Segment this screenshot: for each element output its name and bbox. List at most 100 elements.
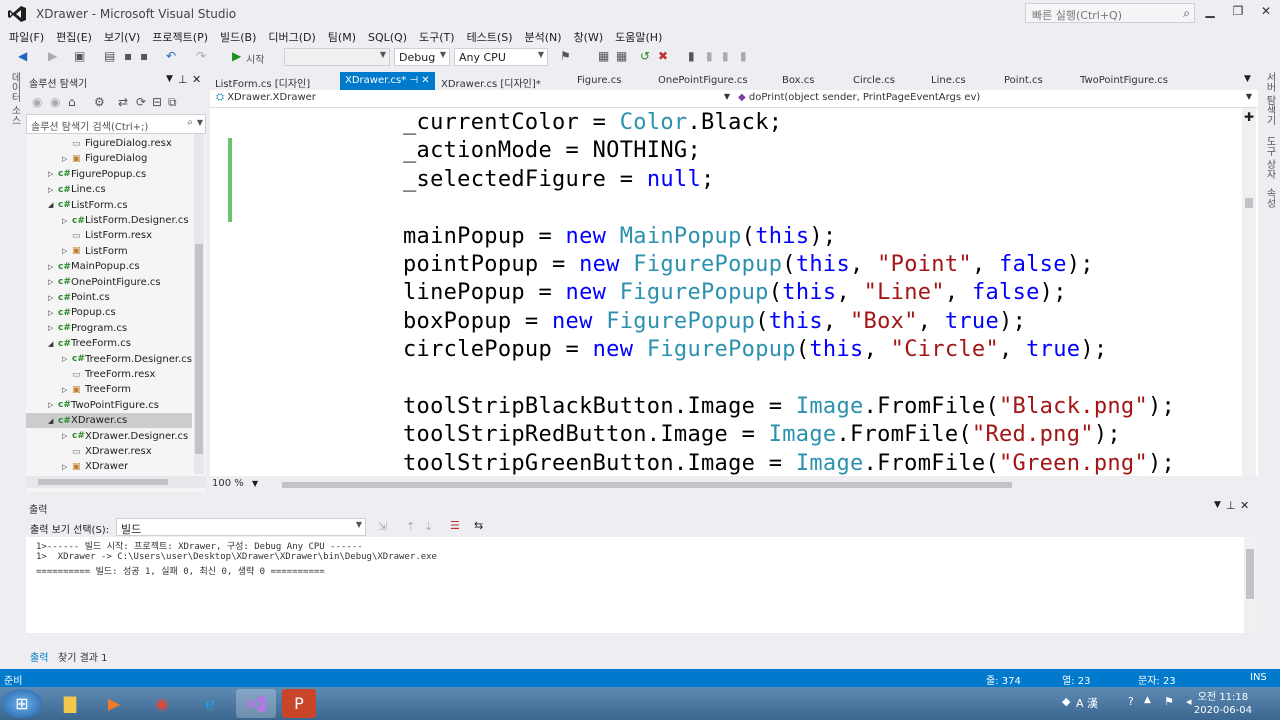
tab-overflow-icon[interactable]: ▼ [1244, 74, 1251, 84]
member-navigation-combo[interactable]: ◆ doPrint(object sender, PrintPageEventA… [734, 92, 1254, 106]
uncomment-icon[interactable]: ▦ [616, 49, 627, 63]
prev-message-icon[interactable]: ⇡ [406, 520, 415, 533]
clear-bookmarks-icon[interactable]: ▮ [740, 49, 747, 63]
expanded-triangle-icon[interactable]: ◢ [48, 417, 58, 425]
menu-item[interactable]: SQL(Q) [368, 31, 407, 44]
tree-item[interactable]: ▷ c# Program.cs [48, 321, 127, 336]
collapsed-triangle-icon[interactable]: ▷ [62, 247, 72, 255]
powerpoint-icon[interactable]: P [282, 689, 316, 718]
forward-icon[interactable]: ◉ [50, 95, 60, 109]
menu-item[interactable]: 파일(F) [9, 29, 44, 45]
taskbar-clock[interactable]: 오전 11:18 2020-06-04 [1194, 691, 1252, 717]
data-sources-tab[interactable]: 데이터 소스 [7, 72, 22, 125]
start-button[interactable]: 시작 [246, 51, 264, 66]
forward-icon[interactable]: ▶ [48, 49, 57, 63]
document-tab[interactable]: Box.cs [777, 72, 819, 90]
solution-explorer-search[interactable]: 솔루션 탐색기 검색(Ctrl+;) ⌕ ▼ [26, 114, 206, 134]
tree-item[interactable]: ▭ TreeForm.resx [62, 367, 155, 382]
collapsed-triangle-icon[interactable]: ▷ [62, 217, 72, 225]
menu-item[interactable]: 도구(T) [419, 29, 455, 45]
tree-item[interactable]: ▷ c# Point.cs [48, 290, 110, 305]
dropdown-icon[interactable]: ▼ [166, 74, 173, 84]
save-all-icon[interactable]: ▪ [140, 49, 148, 63]
sync-icon[interactable]: ⇄ [118, 95, 128, 109]
menu-item[interactable]: 보기(V) [104, 29, 140, 45]
tree-item[interactable]: ▷ c# FigurePopup.cs [48, 167, 146, 182]
scrollbar-thumb[interactable] [195, 244, 203, 454]
document-tab[interactable]: OnePointFigure.cs [653, 72, 753, 90]
expanded-triangle-icon[interactable]: ◢ [48, 201, 58, 209]
start-icon[interactable]: ▶ [232, 49, 241, 63]
editor-horizontal-scrollbar[interactable] [282, 482, 1012, 488]
editor-vertical-scrollbar[interactable]: ✚ [1242, 108, 1256, 476]
new-project-icon[interactable]: ▣ [74, 49, 85, 63]
find-message-icon[interactable]: ⇲ [378, 520, 387, 533]
collapsed-triangle-icon[interactable]: ▷ [62, 432, 72, 440]
collapsed-triangle-icon[interactable]: ▷ [48, 263, 58, 271]
menu-item[interactable]: 도움말(H) [615, 29, 662, 45]
tree-item[interactable]: ▷ c# TreeForm.Designer.cs [62, 352, 192, 367]
tree-item[interactable]: ▷ c# Line.cs [48, 182, 106, 197]
home-icon[interactable]: ⌂ [68, 95, 76, 109]
chrome-icon[interactable]: ◉ [142, 689, 182, 718]
next-bookmark-icon[interactable]: ▮ [722, 49, 729, 63]
language-bar-icon[interactable]: ◆ [1062, 695, 1070, 708]
tree-item[interactable]: ▭ FigureDialog.resx [62, 136, 172, 151]
pin-icon[interactable]: ⊥ [178, 73, 188, 86]
document-tab[interactable]: XDrawer.cs* ⊣ ✕ [340, 72, 435, 90]
menu-item[interactable]: 프로젝트(P) [152, 29, 208, 45]
visual-studio-taskbar-icon[interactable] [236, 689, 276, 718]
output-tab[interactable]: 출력 [30, 649, 48, 664]
volume-icon[interactable]: ◂ [1186, 695, 1192, 708]
configuration-combo[interactable]: Debug ▼ [394, 48, 450, 66]
back-icon[interactable]: ◉ [32, 95, 42, 109]
comment-icon[interactable]: ▦ [598, 49, 609, 63]
menu-item[interactable]: 분석(N) [525, 29, 562, 45]
expanded-triangle-icon[interactable]: ◢ [48, 340, 58, 348]
collapsed-triangle-icon[interactable]: ▷ [48, 324, 58, 332]
close-window-button[interactable]: ✕ [1256, 4, 1276, 18]
collapsed-triangle-icon[interactable]: ▷ [48, 278, 58, 286]
collapsed-triangle-icon[interactable]: ▷ [62, 463, 72, 471]
collapsed-triangle-icon[interactable]: ▷ [48, 186, 58, 194]
document-tab[interactable]: Figure.cs [572, 72, 626, 90]
collapsed-triangle-icon[interactable]: ▷ [62, 155, 72, 163]
split-icon[interactable]: ✚ [1244, 110, 1254, 124]
collapse-all-icon[interactable]: ⊟ [152, 95, 162, 109]
scrollbar-thumb[interactable] [1245, 198, 1253, 208]
document-tab[interactable]: XDrawer.cs [디자인]* [436, 72, 546, 90]
output-source-combo[interactable]: 빌드 ▼ [116, 518, 366, 536]
collapsed-triangle-icon[interactable]: ▷ [48, 309, 58, 317]
solution-explorer-scrollbar[interactable] [194, 134, 204, 474]
target-combo[interactable]: ▼ [284, 48, 390, 66]
tree-item[interactable]: ▭ ListForm.resx [62, 228, 152, 243]
scrollbar-thumb[interactable] [38, 479, 168, 485]
menu-item[interactable]: 빌드(B) [220, 29, 256, 45]
minimize-button[interactable]: ▁ [1200, 4, 1220, 18]
search-options-icon[interactable]: ▼ [197, 118, 203, 127]
collapsed-triangle-icon[interactable]: ▷ [62, 355, 72, 363]
document-tab[interactable]: Circle.cs [848, 72, 900, 90]
menu-item[interactable]: 창(W) [574, 29, 604, 45]
document-tab[interactable]: Line.cs [926, 72, 971, 90]
show-hidden-icons[interactable]: ▲ [1144, 695, 1151, 705]
code-editor[interactable]: _currentColor = Color.Black; _actionMode … [210, 108, 1258, 476]
tree-item[interactable]: ▷ c# MainPopup.cs [48, 259, 140, 274]
tree-item[interactable]: ▷ c# ListForm.Designer.cs [62, 213, 189, 228]
dropdown-icon[interactable]: ▼ [1214, 500, 1221, 510]
find-icon[interactable]: ⚑ [560, 49, 571, 63]
tree-item[interactable]: ▷ c# Popup.cs [48, 305, 116, 320]
tree-item[interactable]: ◢ c# TreeForm.cs [48, 336, 131, 351]
clear-all-icon[interactable]: ☰ [450, 519, 460, 532]
collapsed-triangle-icon[interactable]: ▷ [48, 170, 58, 178]
help-icon[interactable]: ? [1128, 695, 1134, 708]
tree-item[interactable]: ◢ c# XDrawer.cs [26, 413, 192, 429]
collapsed-triangle-icon[interactable]: ▷ [48, 294, 58, 302]
quick-launch-input[interactable]: 빠른 실행(Ctrl+Q) ⌕ [1025, 3, 1195, 23]
tree-item[interactable]: ▷ ▣ XDrawer [62, 459, 128, 474]
toolbox-tab[interactable]: 도구 상자 [1262, 136, 1277, 179]
save-icon[interactable]: ▪ [124, 49, 132, 63]
output-scrollbar[interactable] [1244, 537, 1256, 633]
next-message-icon[interactable]: ⇣ [424, 520, 433, 533]
prev-bookmark-icon[interactable]: ▮ [706, 49, 713, 63]
